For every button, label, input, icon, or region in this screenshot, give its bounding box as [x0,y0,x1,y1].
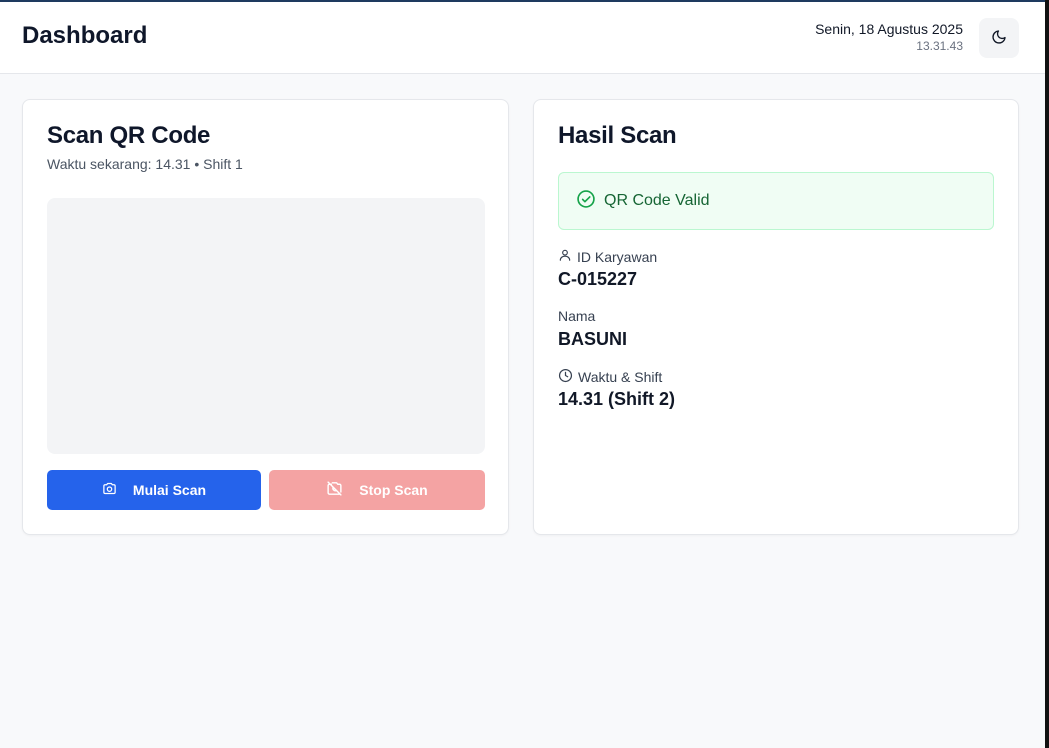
current-date: Senin, 18 Agustus 2025 [815,21,963,37]
scan-card: Scan QR Code Waktu sekarang: 14.31 • Shi… [22,99,509,535]
start-scan-label: Mulai Scan [132,482,207,498]
time-shift-value: 14.31 (Shift 2) [558,389,676,409]
stop-scan-label: Stop Scan [359,482,428,498]
time-shift-label: Waktu & Shift [558,368,662,386]
employee-id-label: ID Karyawan [558,248,657,265]
start-scan-button[interactable]: Mulai Scan [47,470,261,510]
clock-icon [558,368,573,386]
page-title: Dashboard [22,22,148,49]
name-value: BASUNI [558,329,628,349]
date-time-display: Senin, 18 Agustus 2025 13.31.43 [815,20,963,54]
employee-id-label-text: ID Karyawan [577,248,658,265]
current-time: 13.31.43 [916,39,963,53]
employee-id-value: C-015227 [558,269,638,289]
result-card-title: Hasil Scan [558,122,677,149]
scan-card-subtitle: Waktu sekarang: 14.31 • Shift 1 [47,156,243,172]
scan-card-title: Scan QR Code [47,122,211,149]
theme-toggle-button[interactable] [979,18,1019,58]
window-edge [1045,0,1049,748]
app-header: Dashboard Senin, 18 Agustus 2025 13.31.4… [0,2,1045,74]
status-alert: QR Code Valid [558,172,994,230]
camera-icon [102,481,117,499]
result-card: Hasil Scan QR Code Valid ID Karyawan C-0… [533,99,1019,535]
camera-preview [47,198,485,454]
moon-icon [991,29,1007,48]
user-icon [558,248,572,265]
name-label-text: Nama [558,308,596,324]
check-circle-icon [576,189,596,214]
name-label: Nama [558,308,595,324]
camera-off-icon [326,480,343,500]
stop-scan-button[interactable]: Stop Scan [269,470,485,510]
time-shift-label-text: Waktu & Shift [578,369,663,385]
status-text: QR Code Valid [604,192,710,209]
